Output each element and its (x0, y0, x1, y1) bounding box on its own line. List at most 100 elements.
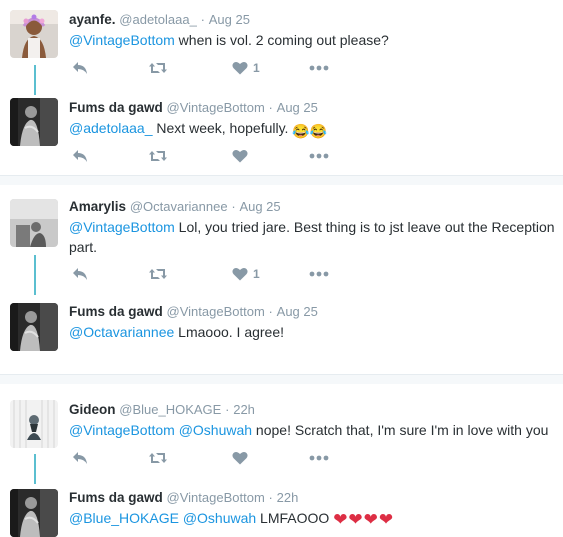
like-button[interactable] (232, 147, 248, 165)
tweet-actions (69, 449, 369, 467)
separator-dot: · (200, 12, 205, 27)
thread-connector (34, 65, 36, 95)
reply-icon (73, 268, 87, 280)
reply-icon (73, 150, 87, 162)
retweet-icon (149, 453, 167, 463)
mention-link[interactable]: @adetolaaa_ (69, 120, 153, 136)
tweet-header: ayanfe. @adetolaaa_ · Aug 25 (69, 11, 563, 29)
separator-dot: · (268, 100, 273, 115)
tweet-body: nope! Scratch that, I'm sure I'm in love… (252, 422, 549, 438)
tweet-header: Gideon @Blue_HOKAGE · 22h (69, 401, 563, 419)
more-button[interactable] (309, 449, 329, 467)
avatar[interactable] (10, 10, 58, 58)
more-button[interactable] (309, 59, 329, 77)
red-heart-emoji: ❤❤❤❤ (333, 510, 395, 529)
retweet-button[interactable] (148, 449, 168, 467)
display-name[interactable]: Amarylis (69, 199, 126, 214)
avatar[interactable] (10, 489, 58, 537)
mention-link[interactable]: @VintageBottom (69, 219, 175, 235)
tweet-body: Lmaooo. I agree! (174, 324, 285, 340)
username[interactable]: @VintageBottom (167, 304, 265, 319)
like-count: 1 (253, 61, 260, 75)
tweet-actions: 1 (69, 265, 369, 283)
heart-icon (232, 452, 248, 465)
tweet-text: @Octavariannee Lmaooo. I agree! (69, 322, 563, 342)
retweet-icon (149, 269, 167, 279)
separator-dot: · (268, 304, 273, 319)
like-button[interactable] (232, 449, 248, 467)
mention-link[interactable]: @Octavariannee (69, 324, 174, 340)
heart-icon (232, 268, 248, 281)
thread-connector (34, 454, 36, 484)
thread-connector (34, 255, 36, 295)
timestamp[interactable]: Aug 25 (239, 199, 280, 214)
reply-button[interactable] (72, 147, 88, 165)
tweet-header: Fums da gawd @VintageBottom · Aug 25 (69, 99, 563, 117)
like-button[interactable]: 1 (232, 59, 260, 77)
retweet-icon (149, 151, 167, 161)
reply-icon (73, 62, 87, 74)
separator-dot: · (268, 490, 273, 505)
display-name[interactable]: Fums da gawd (69, 304, 163, 319)
display-name[interactable]: ayanfe. (69, 12, 116, 27)
tweet-header: Amarylis @Octavariannee · Aug 25 (69, 198, 563, 216)
mention-link[interactable]: @Blue_HOKAGE (69, 510, 179, 526)
heart-icon (232, 150, 248, 163)
like-count: 1 (253, 267, 260, 281)
tweet-text: @adetolaaa_ Next week, hopefully. 😂😂 (69, 118, 563, 141)
like-button[interactable]: 1 (232, 265, 260, 283)
tweet-text: @VintageBottom Lol, you tried jare. Best… (69, 217, 563, 257)
mention-link[interactable]: @VintageBottom (69, 422, 175, 438)
username[interactable]: @VintageBottom (167, 490, 265, 505)
retweet-button[interactable] (148, 265, 168, 283)
display-name[interactable]: Fums da gawd (69, 490, 163, 505)
username[interactable]: @Blue_HOKAGE (119, 402, 221, 417)
conversation-thread-2: Amarylis @Octavariannee · Aug 25 @Vintag… (0, 185, 563, 375)
tweet-body: Next week, hopefully. (152, 120, 293, 136)
reply-button[interactable] (72, 265, 88, 283)
tweet-header: Fums da gawd @VintageBottom · Aug 25 (69, 303, 563, 321)
tweet-actions (69, 147, 369, 165)
tweet-body: LMFAOOO (256, 510, 334, 526)
avatar[interactable] (10, 199, 58, 247)
more-button[interactable] (309, 265, 329, 283)
conversation-thread-1: ayanfe. @adetolaaa_ · Aug 25 @VintageBot… (0, 0, 563, 176)
username[interactable]: @Octavariannee (130, 199, 228, 214)
avatar[interactable] (10, 98, 58, 146)
laughing-emoji: 😂😂 (292, 123, 328, 139)
more-button[interactable] (309, 147, 329, 165)
separator-dot: · (231, 199, 236, 214)
username[interactable]: @adetolaaa_ (119, 12, 197, 27)
display-name[interactable]: Fums da gawd (69, 100, 163, 115)
more-icon (309, 455, 329, 461)
timestamp[interactable]: 22h (233, 402, 255, 417)
display-name[interactable]: Gideon (69, 402, 116, 417)
timestamp[interactable]: Aug 25 (209, 12, 250, 27)
tweet-actions: 1 (69, 59, 369, 77)
mention-link[interactable]: @Oshuwah (179, 422, 252, 438)
separator-dot: · (225, 402, 230, 417)
more-icon (309, 153, 329, 159)
tweet-text: @VintageBottom when is vol. 2 coming out… (69, 30, 563, 50)
timestamp[interactable]: Aug 25 (277, 304, 318, 319)
tweet-header: Fums da gawd @VintageBottom · 22h (69, 489, 563, 507)
avatar[interactable] (10, 400, 58, 448)
more-icon (309, 271, 329, 277)
tweet-text: @VintageBottom @Oshuwah nope! Scratch th… (69, 420, 563, 440)
mention-link[interactable]: @Oshuwah (183, 510, 256, 526)
tweet-text: @Blue_HOKAGE @Oshuwah LMFAOOO ❤❤❤❤ (69, 508, 563, 530)
reply-button[interactable] (72, 449, 88, 467)
avatar[interactable] (10, 303, 58, 351)
reply-icon (73, 452, 87, 464)
retweet-button[interactable] (148, 59, 168, 77)
conversation-thread-3: Gideon @Blue_HOKAGE · 22h @VintageBottom… (0, 384, 563, 537)
username[interactable]: @VintageBottom (167, 100, 265, 115)
timestamp[interactable]: 22h (277, 490, 299, 505)
more-icon (309, 65, 329, 71)
retweet-button[interactable] (148, 147, 168, 165)
tweet-body: when is vol. 2 coming out please? (174, 32, 389, 48)
reply-button[interactable] (72, 59, 88, 77)
heart-icon (232, 62, 248, 75)
mention-link[interactable]: @VintageBottom (69, 32, 175, 48)
timestamp[interactable]: Aug 25 (277, 100, 318, 115)
